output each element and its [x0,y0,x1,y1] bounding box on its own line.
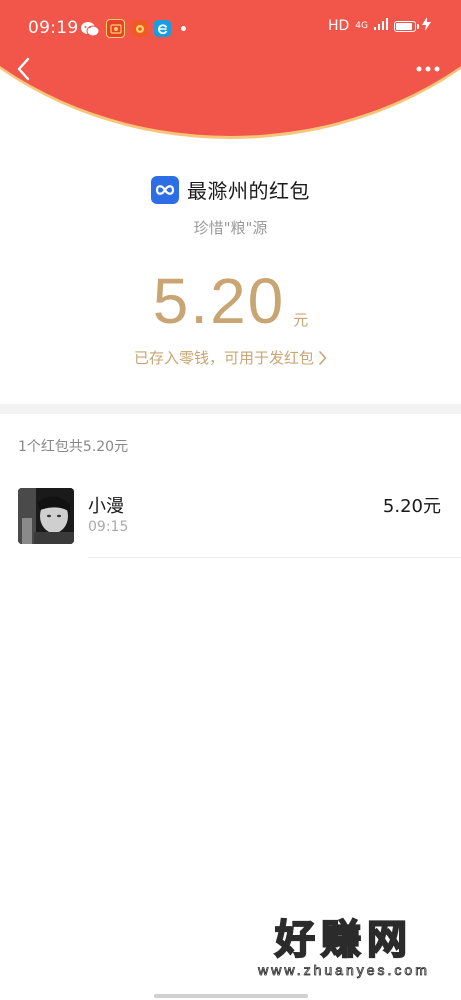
home-indicator[interactable] [154,994,308,998]
amount-value: 5.20 [152,265,286,337]
watermark-url: www.zhuanyes.com [258,962,430,979]
battery-icon [394,20,419,32]
chevron-left-icon [17,57,30,81]
wish-text: 珍惜"粮"源 [193,219,268,237]
watermark-title: 好赚网 [274,917,413,963]
hd-label: HD [327,18,350,34]
more-button[interactable] [411,56,445,82]
network-type-label: 4G [355,20,368,31]
sender-row: 最滁州的红包 [0,175,461,204]
amount-unit: 元 [293,311,309,329]
section-divider [0,404,461,414]
receiver-amount: 5.20元 [382,496,441,517]
infinity-logo-icon [151,175,179,204]
summary-text: 1个红包共5.20元 [18,439,129,455]
more-dots-icon [416,66,440,72]
status-app-icons [80,19,186,38]
sender-title: 最滁州的红包 [187,179,310,203]
list-item[interactable]: 小漫 09:15 5.20元 [0,474,461,558]
receiver-name: 小漫 [88,496,124,517]
status-time: 09:19 [28,18,79,38]
app-icon-orange [131,20,148,37]
row-divider [88,557,461,558]
deposit-link-text: 已存入零钱，可用于发红包 [133,349,314,367]
app-icon-red-square [106,19,125,38]
header: 09:19 HD 4G [0,0,461,140]
status-bar: 09:19 HD 4G [0,0,461,56]
watermark: 好赚网 www.zhuanyes.com [249,917,439,979]
charging-icon [422,17,431,35]
signal-icon [374,18,388,34]
notification-dot [181,26,186,31]
receiver-time: 09:15 [88,519,129,535]
back-button[interactable] [8,54,38,84]
wechat-icon [80,20,100,37]
status-right: HD 4G [322,17,431,35]
deposit-link[interactable]: 已存入零钱，可用于发红包 [0,347,461,368]
amount-row: 5.20 元 [0,266,461,336]
avatar [18,488,74,544]
chevron-right-icon [318,350,327,365]
app-icon-blue-e [154,20,171,37]
